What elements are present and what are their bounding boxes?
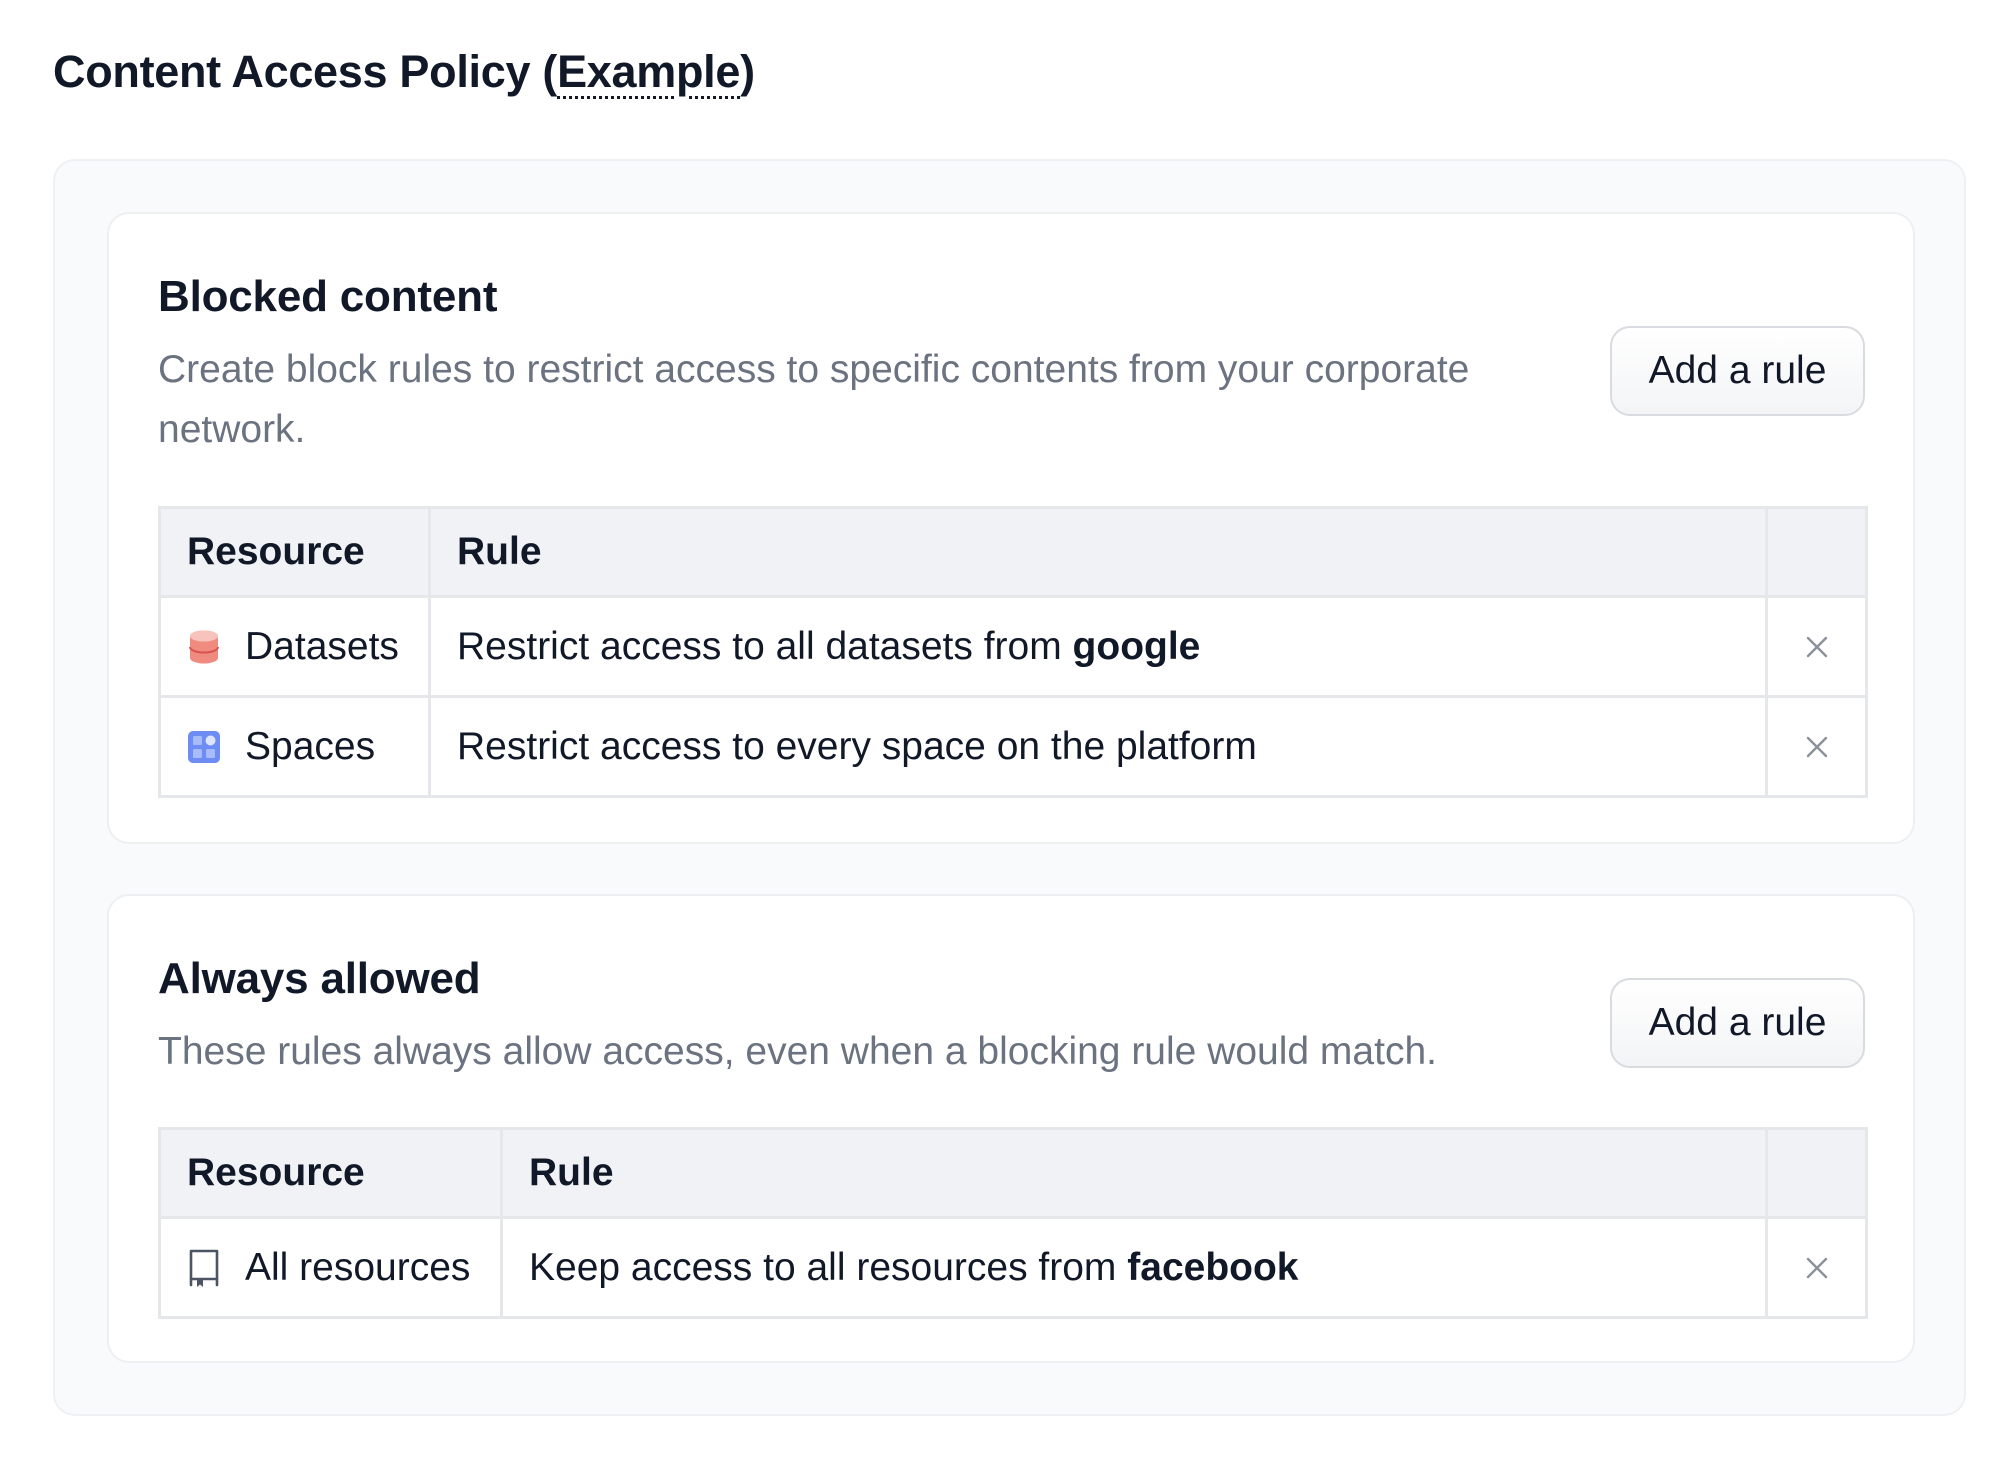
resource-label: Datasets <box>245 624 399 668</box>
resource-cell: Datasets <box>158 595 431 698</box>
remove-cell <box>1765 695 1868 798</box>
blocked-content-title: Blocked content <box>158 272 498 321</box>
blocked-rules-table: Resource Rule Datasets Restrict access t… <box>158 506 1868 798</box>
table-header-row: Resource Rule <box>158 506 1868 598</box>
repository-icon <box>187 1249 221 1287</box>
resource-label: Spaces <box>245 724 376 768</box>
add-allow-rule-button[interactable]: Add a rule <box>1610 978 1865 1068</box>
add-block-rule-button[interactable]: Add a rule <box>1610 326 1865 416</box>
resource-cell: All resources <box>158 1216 503 1319</box>
allowed-rules-table: Resource Rule All resources Keep access … <box>158 1127 1868 1319</box>
policy-panel: Blocked content Create block rules to re… <box>53 159 1966 1416</box>
spaces-icon <box>187 729 221 765</box>
table-row: Spaces Restrict access to every space on… <box>158 695 1868 798</box>
column-header-actions <box>1765 506 1868 598</box>
close-icon[interactable] <box>1795 725 1839 769</box>
blocked-content-card: Blocked content Create block rules to re… <box>107 212 1915 844</box>
rule-cell: Restrict access to every space on the pl… <box>428 695 1768 798</box>
datasets-icon <box>187 629 221 665</box>
column-header-resource: Resource <box>158 506 431 598</box>
resource-label: All resources <box>245 1245 471 1289</box>
column-header-actions <box>1765 1127 1868 1219</box>
always-allowed-description: These rules always allow access, even wh… <box>158 1030 1437 1073</box>
rule-cell: Restrict access to all datasets from goo… <box>428 595 1768 698</box>
close-icon[interactable] <box>1795 1246 1839 1290</box>
table-row: Datasets Restrict access to all datasets… <box>158 595 1868 698</box>
close-icon[interactable] <box>1795 625 1839 669</box>
rule-target: google <box>1072 624 1201 668</box>
column-header-rule: Rule <box>428 506 1768 598</box>
rule-cell: Keep access to all resources from facebo… <box>500 1216 1768 1319</box>
column-header-rule: Rule <box>500 1127 1768 1219</box>
example-abbreviation[interactable]: Example <box>557 46 740 97</box>
always-allowed-title: Always allowed <box>158 954 481 1003</box>
resource-cell: Spaces <box>158 695 431 798</box>
column-header-resource: Resource <box>158 1127 503 1219</box>
table-row: All resources Keep access to all resourc… <box>158 1216 1868 1319</box>
always-allowed-card: Always allowed These rules always allow … <box>107 894 1915 1363</box>
rule-target: facebook <box>1127 1245 1299 1289</box>
remove-cell <box>1765 1216 1868 1319</box>
blocked-content-description: Create block rules to restrict access to… <box>158 348 1470 451</box>
page-title: Content Access Policy (Example) <box>53 46 755 97</box>
table-header-row: Resource Rule <box>158 1127 1868 1219</box>
remove-cell <box>1765 595 1868 698</box>
